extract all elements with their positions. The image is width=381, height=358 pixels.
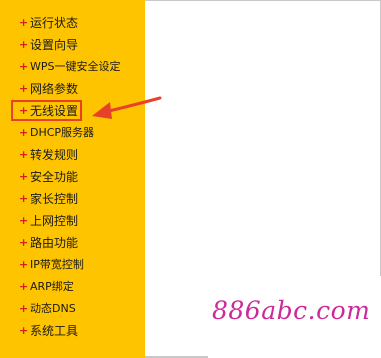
- sidebar-item-label: 转发规则: [30, 148, 79, 162]
- sidebar-item-forwarding[interactable]: + 转发规则: [0, 144, 145, 166]
- bullet-icon: +: [19, 16, 29, 29]
- sidebar-item-label: 上网控制: [30, 214, 79, 228]
- sidebar-item-label: 路由功能: [30, 236, 79, 250]
- sidebar-item-dhcp[interactable]: + DHCP服务器: [0, 122, 145, 144]
- sidebar-item-access-control[interactable]: + 上网控制: [0, 210, 145, 232]
- bullet-icon: +: [19, 192, 29, 205]
- sidebar-item-label: DHCP服务器: [30, 126, 95, 139]
- bullet-icon: +: [19, 126, 29, 139]
- sidebar: + 运行状态 + 设置向导 + WPS一键安全设定 + 网络参数 + 无线设置 …: [0, 0, 145, 358]
- sidebar-item-label: 设置向导: [30, 38, 79, 52]
- sidebar-item-setup-wizard[interactable]: + 设置向导: [0, 34, 145, 56]
- bullet-icon: +: [19, 60, 29, 73]
- watermark: 886abc.com: [212, 296, 371, 325]
- sidebar-menu: + 运行状态 + 设置向导 + WPS一键安全设定 + 网络参数 + 无线设置 …: [0, 12, 145, 342]
- sidebar-item-status[interactable]: + 运行状态: [0, 12, 145, 34]
- sidebar-item-routing[interactable]: + 路由功能: [0, 232, 145, 254]
- highlight-box: [11, 100, 82, 121]
- sidebar-item-label: WPS一键安全设定: [30, 60, 121, 73]
- bullet-icon: +: [19, 280, 29, 293]
- sidebar-item-bandwidth[interactable]: + IP带宽控制: [0, 254, 145, 276]
- sidebar-item-label: 安全功能: [30, 170, 79, 184]
- bullet-icon: +: [19, 236, 29, 249]
- bullet-icon: +: [19, 214, 29, 227]
- sidebar-item-arp[interactable]: + ARP绑定: [0, 276, 145, 298]
- sidebar-item-label: ARP绑定: [30, 280, 74, 293]
- sidebar-item-ddns[interactable]: + 动态DNS: [0, 298, 145, 320]
- sidebar-item-label: IP带宽控制: [30, 258, 84, 271]
- sidebar-item-label: 动态DNS: [30, 302, 76, 315]
- sidebar-item-security[interactable]: + 安全功能: [0, 166, 145, 188]
- sidebar-item-system-tools[interactable]: + 系统工具: [0, 320, 145, 342]
- sidebar-item-label: 运行状态: [30, 16, 79, 30]
- pointer-arrow-icon: [92, 96, 162, 119]
- bullet-icon: +: [19, 82, 29, 95]
- bullet-icon: +: [19, 38, 29, 51]
- sidebar-item-parental-control[interactable]: + 家长控制: [0, 188, 145, 210]
- bullet-icon: +: [19, 258, 29, 271]
- sidebar-item-label: 网络参数: [30, 82, 79, 96]
- bullet-icon: +: [19, 148, 29, 161]
- sidebar-item-label: 家长控制: [30, 192, 79, 206]
- bullet-icon: +: [19, 324, 29, 337]
- sidebar-item-label: 系统工具: [30, 324, 79, 338]
- bullet-icon: +: [19, 170, 29, 183]
- bullet-icon: +: [19, 302, 29, 315]
- sidebar-item-wps[interactable]: + WPS一键安全设定: [0, 56, 145, 78]
